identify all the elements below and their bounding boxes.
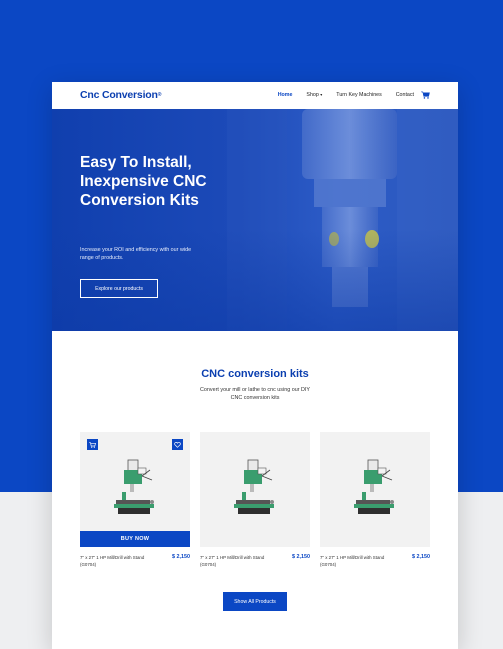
section-title: CNC conversion kits — [201, 368, 309, 380]
logo-text: Cnc Conversion — [80, 89, 158, 101]
product-card[interactable]: 7" x 27" 1 HP Mill/Drill with Stand (G07… — [320, 432, 430, 567]
show-all-products-button[interactable]: Show All Products — [223, 592, 287, 611]
wishlist-badge[interactable] — [172, 439, 183, 450]
product-price: $ 2,150 — [292, 554, 310, 560]
cart-icon[interactable] — [421, 91, 430, 99]
nav-link-shop-label: Shop — [306, 92, 319, 98]
nav-link-home[interactable]: Home — [278, 92, 293, 98]
nav-link-shop[interactable]: Shop ▾ — [306, 92, 322, 98]
mill-drill-image — [234, 459, 274, 514]
cart-icon — [89, 441, 96, 448]
hero-subtitle: Increase your ROI and efficiency with ou… — [80, 247, 192, 261]
mill-drill-image — [114, 459, 154, 514]
mill-drill-image — [354, 459, 394, 514]
section-subtitle: Convert your mill or lathe to cnc using … — [200, 387, 310, 401]
hero-banner: Easy To Install, Inexpensive CNC Convers… — [52, 109, 458, 331]
logo-registered-mark: ® — [157, 92, 162, 98]
product-price: $ 2,150 — [172, 554, 190, 560]
product-image-container: BUY NOW — [80, 432, 190, 547]
site-logo[interactable]: Cnc Conversion ® — [80, 89, 161, 101]
product-image-container — [320, 432, 430, 547]
top-navigation: Cnc Conversion ® Home Shop ▾ Turn Key Mac… — [52, 82, 458, 109]
web-page-mockup: Cnc Conversion ® Home Shop ▾ Turn Key Mac… — [52, 82, 458, 649]
add-to-cart-badge[interactable] — [87, 439, 98, 450]
product-name[interactable]: 7" x 27" 1 HP Mill/Drill with Stand (G07… — [80, 554, 152, 568]
explore-products-button[interactable]: Explore our products — [80, 279, 158, 298]
product-price: $ 2,150 — [412, 554, 430, 560]
heart-icon — [174, 441, 181, 448]
product-card[interactable]: BUY NOW 7" x 27" 1 HP Mill/Drill with St… — [80, 432, 190, 567]
chevron-down-icon: ▾ — [320, 92, 323, 97]
product-name[interactable]: 7" x 27" 1 HP Mill/Drill with Stand (G07… — [200, 554, 272, 568]
nav-link-contact[interactable]: Contact — [396, 92, 414, 98]
hero-title: Easy To Install, Inexpensive CNC Convers… — [80, 154, 207, 209]
nav-link-turn-key-machines[interactable]: Turn Key Machines — [336, 92, 381, 98]
product-image-container — [200, 432, 310, 547]
buy-now-button[interactable]: BUY NOW — [80, 531, 190, 547]
product-card[interactable]: 7" x 27" 1 HP Mill/Drill with Stand (G07… — [200, 432, 310, 567]
nav-links: Home Shop ▾ Turn Key Machines Contact — [278, 92, 414, 98]
product-name[interactable]: 7" x 27" 1 HP Mill/Drill with Stand (G07… — [320, 554, 392, 568]
